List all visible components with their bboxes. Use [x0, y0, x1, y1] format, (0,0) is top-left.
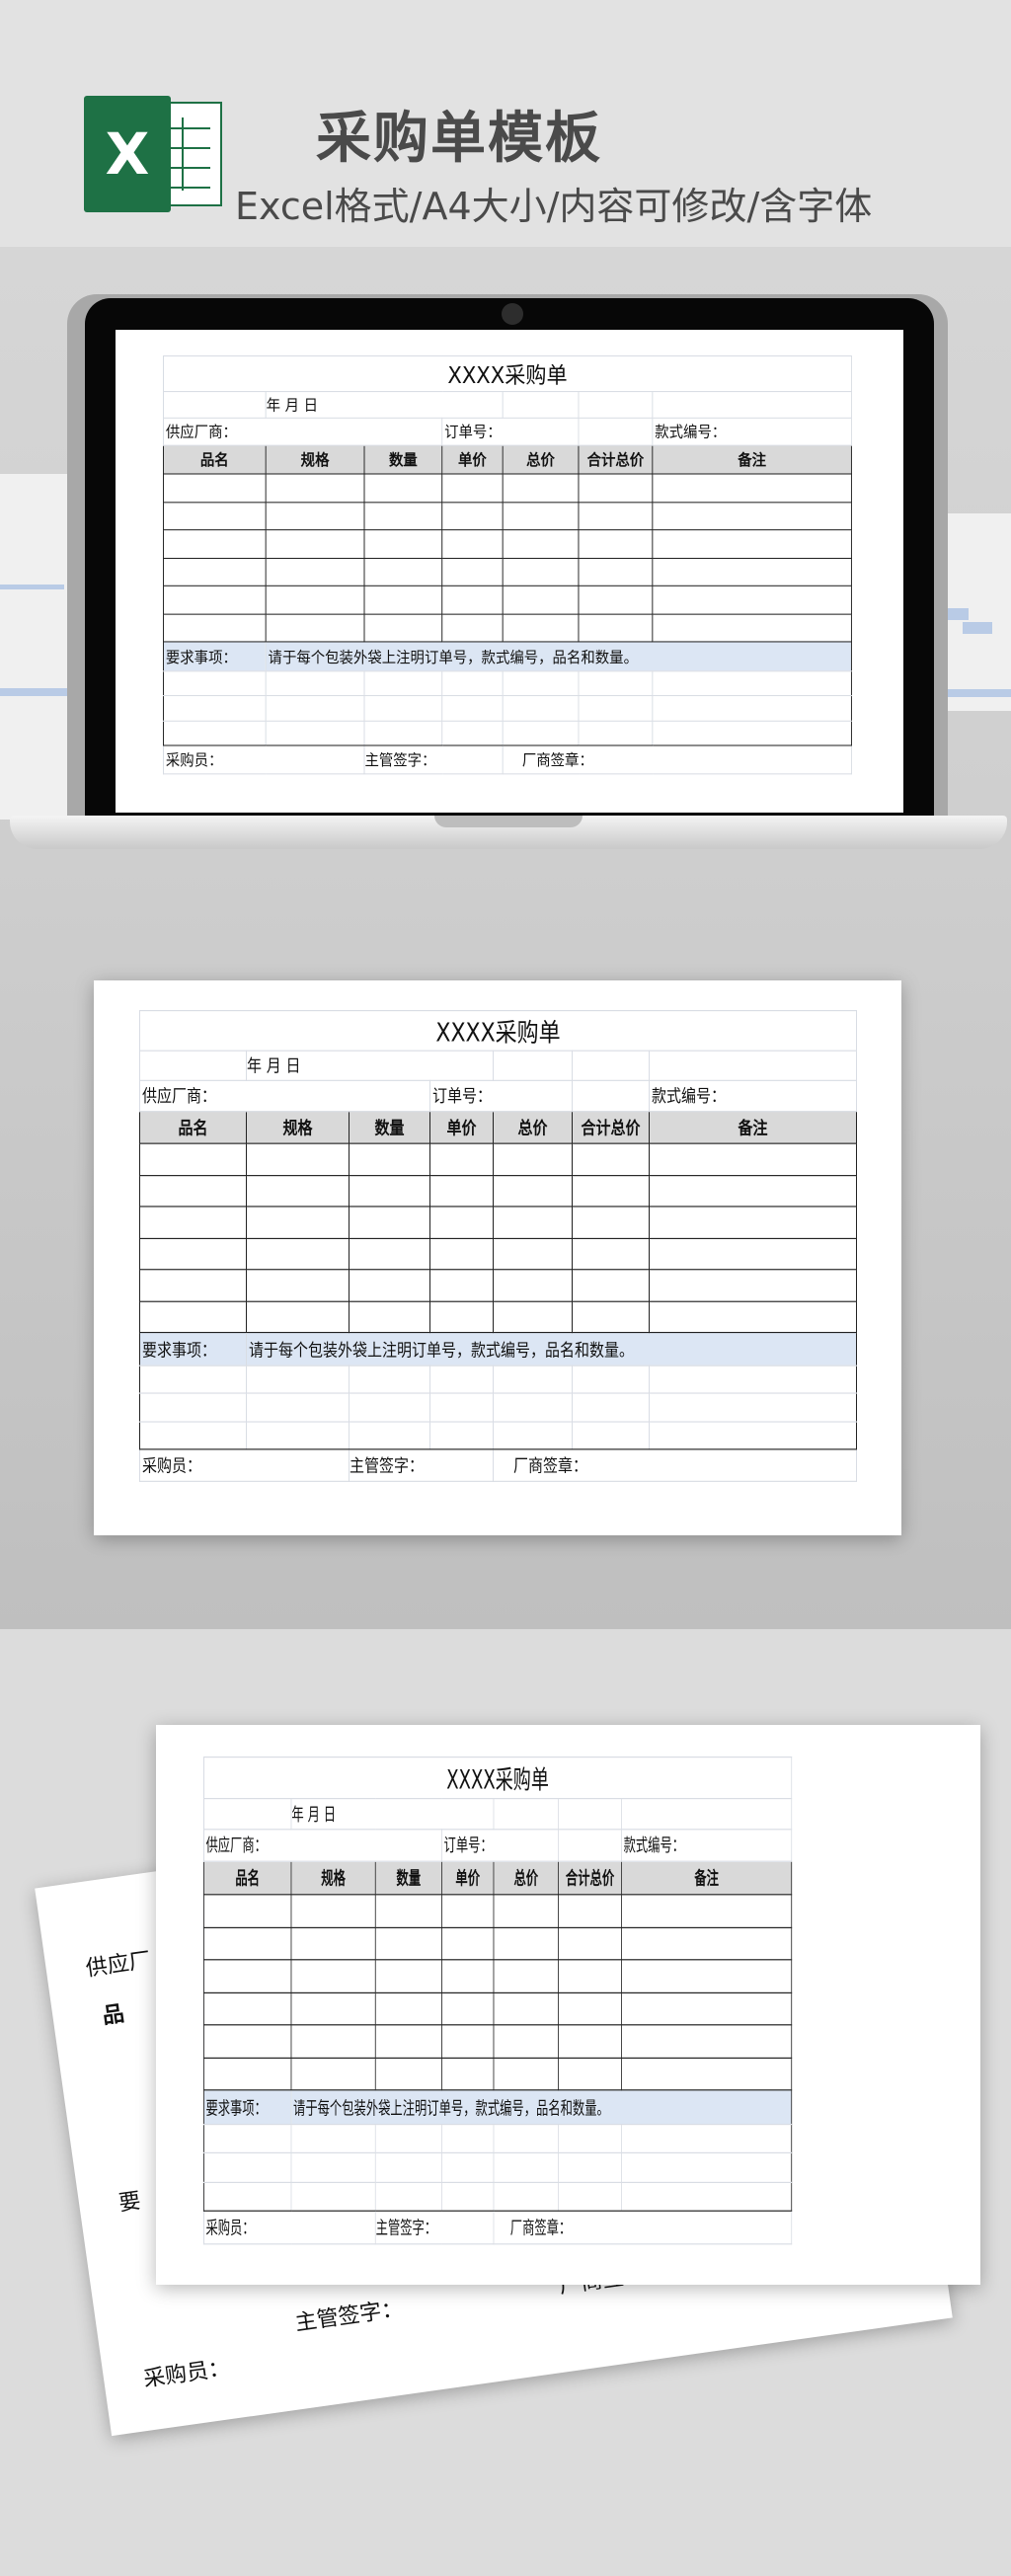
col-remarks: 备注 [648, 1110, 858, 1145]
back-col-label: 品 [101, 2001, 126, 2030]
form-title: XXXX采购单 [202, 1756, 793, 1799]
col-quantity: 数量 [363, 444, 443, 475]
col-product-name: 品名 [203, 1860, 292, 1896]
requirements-row: 要求事项： 请于每个包装外袋上注明订单号，款式编号，品名和数量。 [139, 1332, 858, 1366]
col-spec: 规格 [265, 444, 365, 475]
requirements-text: 请于每个包装外袋上注明订单号，款式编号，品名和数量。 [245, 1332, 858, 1366]
purchase-form-screen: XXXX采购单 年 月 日 供应厂商： 订单号： 款式编号： 品名 规格 数量 … [162, 355, 852, 775]
supplier-label: 供应厂商： [203, 1829, 442, 1862]
back-req-label: 要 [117, 2188, 143, 2217]
supervisor-sign-label: 主管签字： [349, 1448, 494, 1482]
table-row[interactable] [139, 1206, 858, 1239]
banner-header: X 采购单模板 Excel格式/A4大小/内容可修改/含字体 [0, 0, 1011, 247]
col-spec: 规格 [246, 1110, 350, 1145]
back-supervisor-label: 主管签字： [293, 2296, 405, 2337]
supervisor-sign-label: 主管签字： [363, 744, 504, 775]
table-row[interactable] [203, 1991, 793, 2026]
order-no-label: 订单号： [441, 1829, 559, 1862]
back-supplier-label: 供应厂 [84, 1948, 153, 1983]
table-row[interactable] [162, 585, 852, 615]
page-title: 采购单模板 [316, 107, 602, 171]
table-row[interactable] [139, 1237, 858, 1271]
vendor-seal-label: 厂商签章： [493, 2211, 793, 2245]
requirements-label: 要求事项： [139, 1332, 247, 1366]
form-date: 年 月 日 [290, 1797, 495, 1831]
purchaser-label: 采购员： [162, 744, 365, 775]
order-no-label: 订单号： [429, 1079, 573, 1112]
col-product-name: 品名 [162, 444, 267, 475]
requirements-label: 要求事项： [203, 2089, 292, 2126]
col-product-name: 品名 [139, 1110, 247, 1145]
style-no-label: 款式编号： [621, 1829, 793, 1862]
camera-icon [502, 303, 523, 325]
laptop-screen: XXXX采购单 年 月 日 供应厂商： 订单号： 款式编号： 品名 规格 数量 … [116, 330, 903, 813]
col-remarks: 备注 [652, 444, 852, 475]
requirements-text: 请于每个包装外袋上注明订单号，款式编号，品名和数量。 [290, 2089, 793, 2126]
col-total-price: 总价 [493, 1110, 573, 1145]
table-row[interactable] [162, 473, 852, 504]
excel-icon: X [84, 96, 222, 212]
requirements-label: 要求事项： [162, 641, 267, 672]
col-total-price: 总价 [493, 1860, 559, 1896]
table-row[interactable] [203, 1894, 793, 1928]
supplier-label: 供应厂商： [162, 418, 443, 446]
table-row[interactable] [162, 613, 852, 643]
col-quantity: 数量 [349, 1110, 430, 1145]
table-row[interactable] [203, 1959, 793, 1993]
requirements-text: 请于每个包装外袋上注明订单号，款式编号，品名和数量。 [265, 641, 852, 672]
col-grand-total: 合计总价 [558, 1860, 622, 1896]
table-row[interactable] [162, 557, 852, 587]
table-row[interactable] [162, 502, 852, 531]
vendor-seal-label: 厂商签章： [502, 744, 852, 775]
page-subtitle: Excel格式/A4大小/内容可修改/含字体 [235, 185, 873, 228]
col-unit-price: 单价 [429, 1110, 494, 1145]
form-date: 年 月 日 [265, 390, 504, 420]
table-row[interactable] [139, 1142, 858, 1176]
table-row[interactable] [139, 1300, 858, 1334]
purchaser-label: 采购员： [139, 1448, 350, 1482]
requirements-row: 要求事项： 请于每个包装外袋上注明订单号，款式编号，品名和数量。 [203, 2089, 793, 2126]
table-row[interactable] [162, 529, 852, 559]
form-date: 年 月 日 [246, 1050, 494, 1082]
col-quantity: 数量 [374, 1860, 442, 1896]
vendor-seal-label: 厂商签章： [492, 1448, 858, 1482]
style-no-label: 款式编号： [652, 418, 852, 446]
paper-front: XXXX采购单 年 月 日 供应厂商： 订单号： 款式编号： 品名 规格 数量 … [156, 1725, 980, 2285]
purchaser-label: 采购员： [203, 2211, 376, 2245]
col-remarks: 备注 [621, 1860, 793, 1896]
back-purchaser-label: 采购员： [141, 2355, 232, 2392]
col-total-price: 总价 [502, 444, 580, 475]
col-unit-price: 单价 [441, 444, 504, 475]
supervisor-sign-label: 主管签字： [374, 2211, 495, 2245]
table-row[interactable] [203, 1926, 793, 1961]
supplier-label: 供应厂商： [139, 1079, 430, 1112]
purchase-form-front: XXXX采购单 年 月 日 供应厂商： 订单号： 款式编号： 品名 规格 数量 … [202, 1756, 793, 2245]
requirements-row: 要求事项： 请于每个包装外袋上注明订单号，款式编号，品名和数量。 [162, 641, 852, 672]
paper-middle: XXXX采购单 年 月 日 供应厂商： 订单号： 款式编号： 品名 规格 数量 … [94, 980, 901, 1535]
table-row[interactable] [139, 1174, 858, 1208]
table-row[interactable] [203, 2057, 793, 2091]
purchase-form-middle: XXXX采购单 年 月 日 供应厂商： 订单号： 款式编号： 品名 规格 数量 … [138, 1010, 858, 1482]
order-no-label: 订单号： [441, 418, 580, 446]
laptop-notch [434, 816, 583, 827]
col-spec: 规格 [290, 1860, 376, 1896]
col-grand-total: 合计总价 [572, 1110, 650, 1145]
col-unit-price: 单价 [441, 1860, 495, 1896]
col-grand-total: 合计总价 [578, 444, 654, 475]
form-title: XXXX采购单 [162, 355, 852, 392]
table-row[interactable] [139, 1269, 858, 1302]
form-title: XXXX采购单 [138, 1010, 858, 1052]
style-no-label: 款式编号： [648, 1079, 858, 1112]
table-row[interactable] [203, 2024, 793, 2059]
